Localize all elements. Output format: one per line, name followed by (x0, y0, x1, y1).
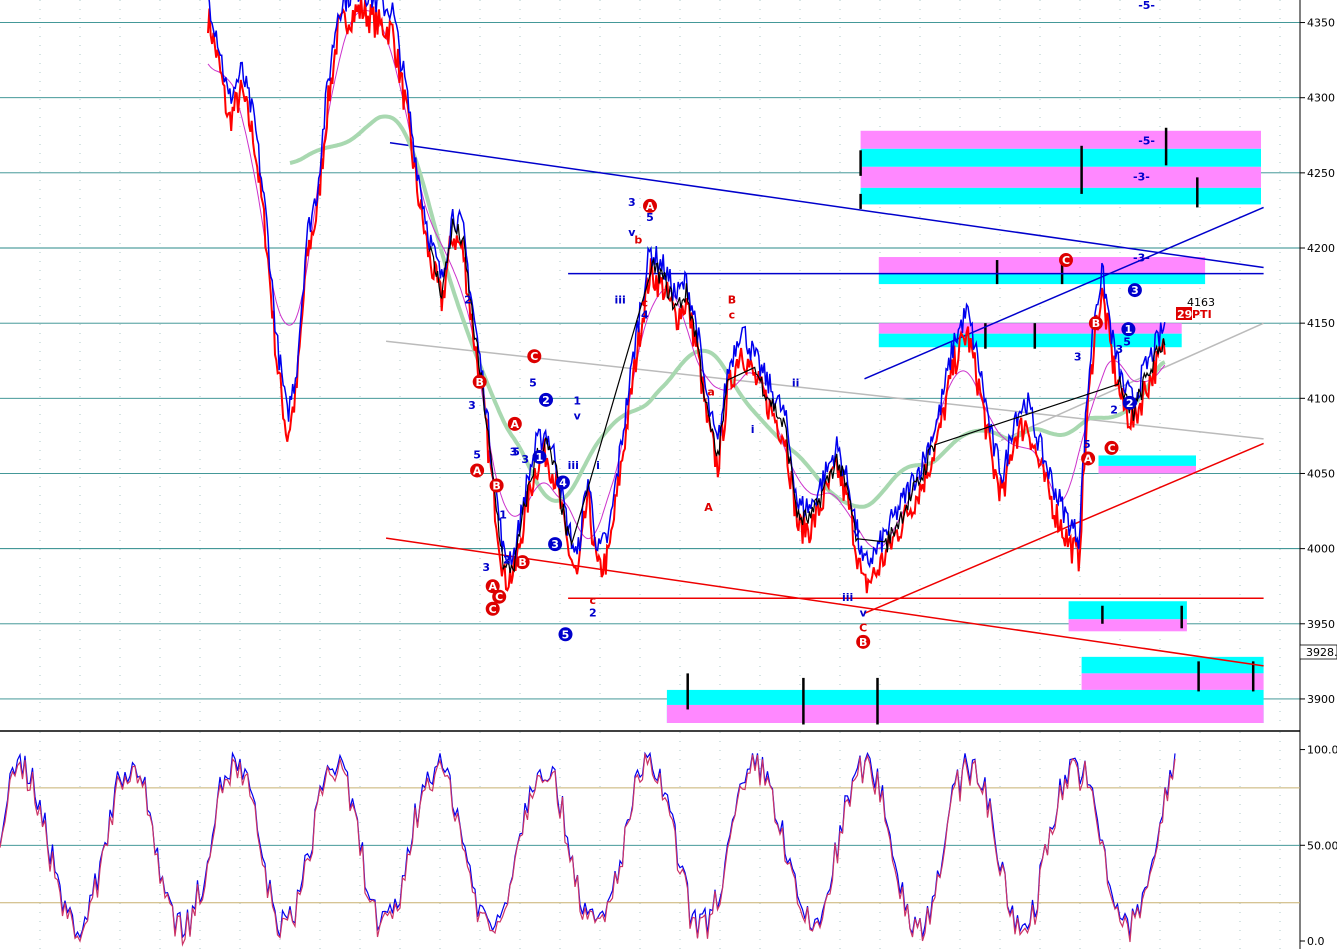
wave-label: 3 (1074, 351, 1082, 364)
wave-circle-label: 4 (559, 476, 567, 489)
wave-label: c (729, 309, 736, 322)
price-tick-label: 4300 (1307, 92, 1335, 105)
wave-circle-label: 1 (1125, 323, 1133, 336)
price-tick-label: 4100 (1307, 392, 1335, 405)
osc-line (0, 753, 1176, 947)
wave-label: iii (568, 459, 579, 472)
wave-circle-label: 3 (551, 538, 559, 551)
price-tick-label: 3900 (1307, 693, 1335, 706)
wave-circle-label: A (473, 464, 482, 477)
price-tick-label: 4000 (1307, 543, 1335, 556)
wave-circle-label: A (511, 418, 520, 431)
wave-label: i (751, 423, 755, 436)
wave-label: 1 (573, 394, 581, 407)
zone-band (860, 166, 1261, 188)
wave-label: 3 (468, 399, 476, 412)
wave-label: 5 (512, 445, 520, 458)
wave-label: 2 (503, 554, 511, 567)
wave-label: 2 (464, 294, 472, 307)
wave-label: 2 (589, 606, 597, 619)
wave-label: 3 (482, 561, 490, 574)
osc-tick-label: 100.0 (1307, 744, 1337, 757)
chart-canvas: -5--5--3--3-3v5bc4iii BcaAiii23553531viii… (0, 0, 1337, 949)
wave-circle-label: B (859, 636, 867, 649)
osc-tick-label: 50.00 (1307, 839, 1337, 852)
wave-label: v (574, 409, 582, 422)
price-tick-label: 4150 (1307, 317, 1335, 330)
last-price-label: 3928. (1306, 646, 1337, 659)
wave-circle-label: B (476, 376, 484, 389)
wave-circle-label: C (530, 350, 538, 363)
price-tick-label: 3950 (1307, 618, 1335, 631)
wave-circle-label: 2 (1126, 397, 1134, 410)
wave-label: b (634, 234, 642, 247)
zone-band (1081, 656, 1264, 674)
wave-circle-label: A (646, 200, 655, 213)
wave-label: a (707, 385, 714, 398)
price-tick-label: 4050 (1307, 467, 1335, 480)
zone-band (1081, 673, 1264, 690)
price-tick-label: 4200 (1307, 242, 1335, 255)
zone-band (666, 689, 1264, 705)
zone-band (860, 130, 1261, 149)
wave-circle-label: C (1062, 254, 1070, 267)
zone-band (860, 148, 1261, 167)
wave-label: ii (792, 376, 800, 389)
wave-label: A (704, 501, 713, 514)
wave-circle-label: B (1092, 317, 1100, 330)
wave-circle-label: 1 (536, 451, 544, 464)
wave-label: B (728, 294, 736, 307)
wave-label: -5- (1138, 0, 1155, 12)
wave-label: -3- (1133, 252, 1150, 265)
price-tick-label: 4350 (1307, 17, 1335, 30)
wave-label: iii (614, 294, 625, 307)
zone-band (878, 273, 1206, 285)
wave-circle-label: C (1107, 442, 1115, 455)
zone-band (878, 257, 1206, 274)
wave-circle-label: 2 (542, 394, 550, 407)
wave-label: v (860, 606, 868, 619)
price-tick-label: 4250 (1307, 167, 1335, 180)
zone-band (1068, 601, 1187, 620)
wave-label: i (596, 459, 600, 472)
zone-band (666, 704, 1264, 723)
zone-band (1098, 455, 1196, 466)
wave-label: iii (842, 591, 853, 604)
zone-band (878, 333, 1182, 348)
last-price-tag: 3928. (1299, 644, 1337, 660)
pt-label: PTI (1192, 308, 1212, 321)
zone-band (878, 323, 1182, 334)
wave-circle-label: C (489, 603, 497, 616)
wave-label: 5 (1083, 438, 1091, 451)
wave-circle-label: 3 (1131, 284, 1139, 297)
zone-band (860, 187, 1261, 205)
oscillator-grid (0, 732, 1300, 949)
wave-label: -3- (1133, 170, 1150, 183)
wave-label: C (859, 621, 867, 634)
wave-label: 4 (641, 309, 649, 322)
wave-label: -5- (1138, 134, 1155, 147)
wave-label: 5 (473, 448, 481, 461)
wave-label: 1 (499, 509, 507, 522)
wave-label: v (853, 527, 861, 540)
osc-tick-label: 0.0 (1307, 935, 1325, 948)
wave-label: 3 (1115, 343, 1123, 356)
wave-circle-label: B (518, 556, 526, 569)
wave-label: 3 (628, 196, 636, 209)
box-label: 29 (1177, 308, 1192, 321)
oscillator-series (0, 751, 1176, 947)
wave-circle-label: 5 (562, 628, 570, 641)
wave-circle-label: A (1084, 452, 1093, 465)
wave-circle-label: B (492, 479, 500, 492)
wave-label: 5 (529, 376, 537, 389)
wave-label: 5 (1123, 336, 1131, 349)
zone-band (1068, 619, 1187, 632)
wave-label: 3 (521, 453, 529, 466)
zone-band (1098, 465, 1196, 474)
wave-label: 2 (1110, 403, 1118, 416)
